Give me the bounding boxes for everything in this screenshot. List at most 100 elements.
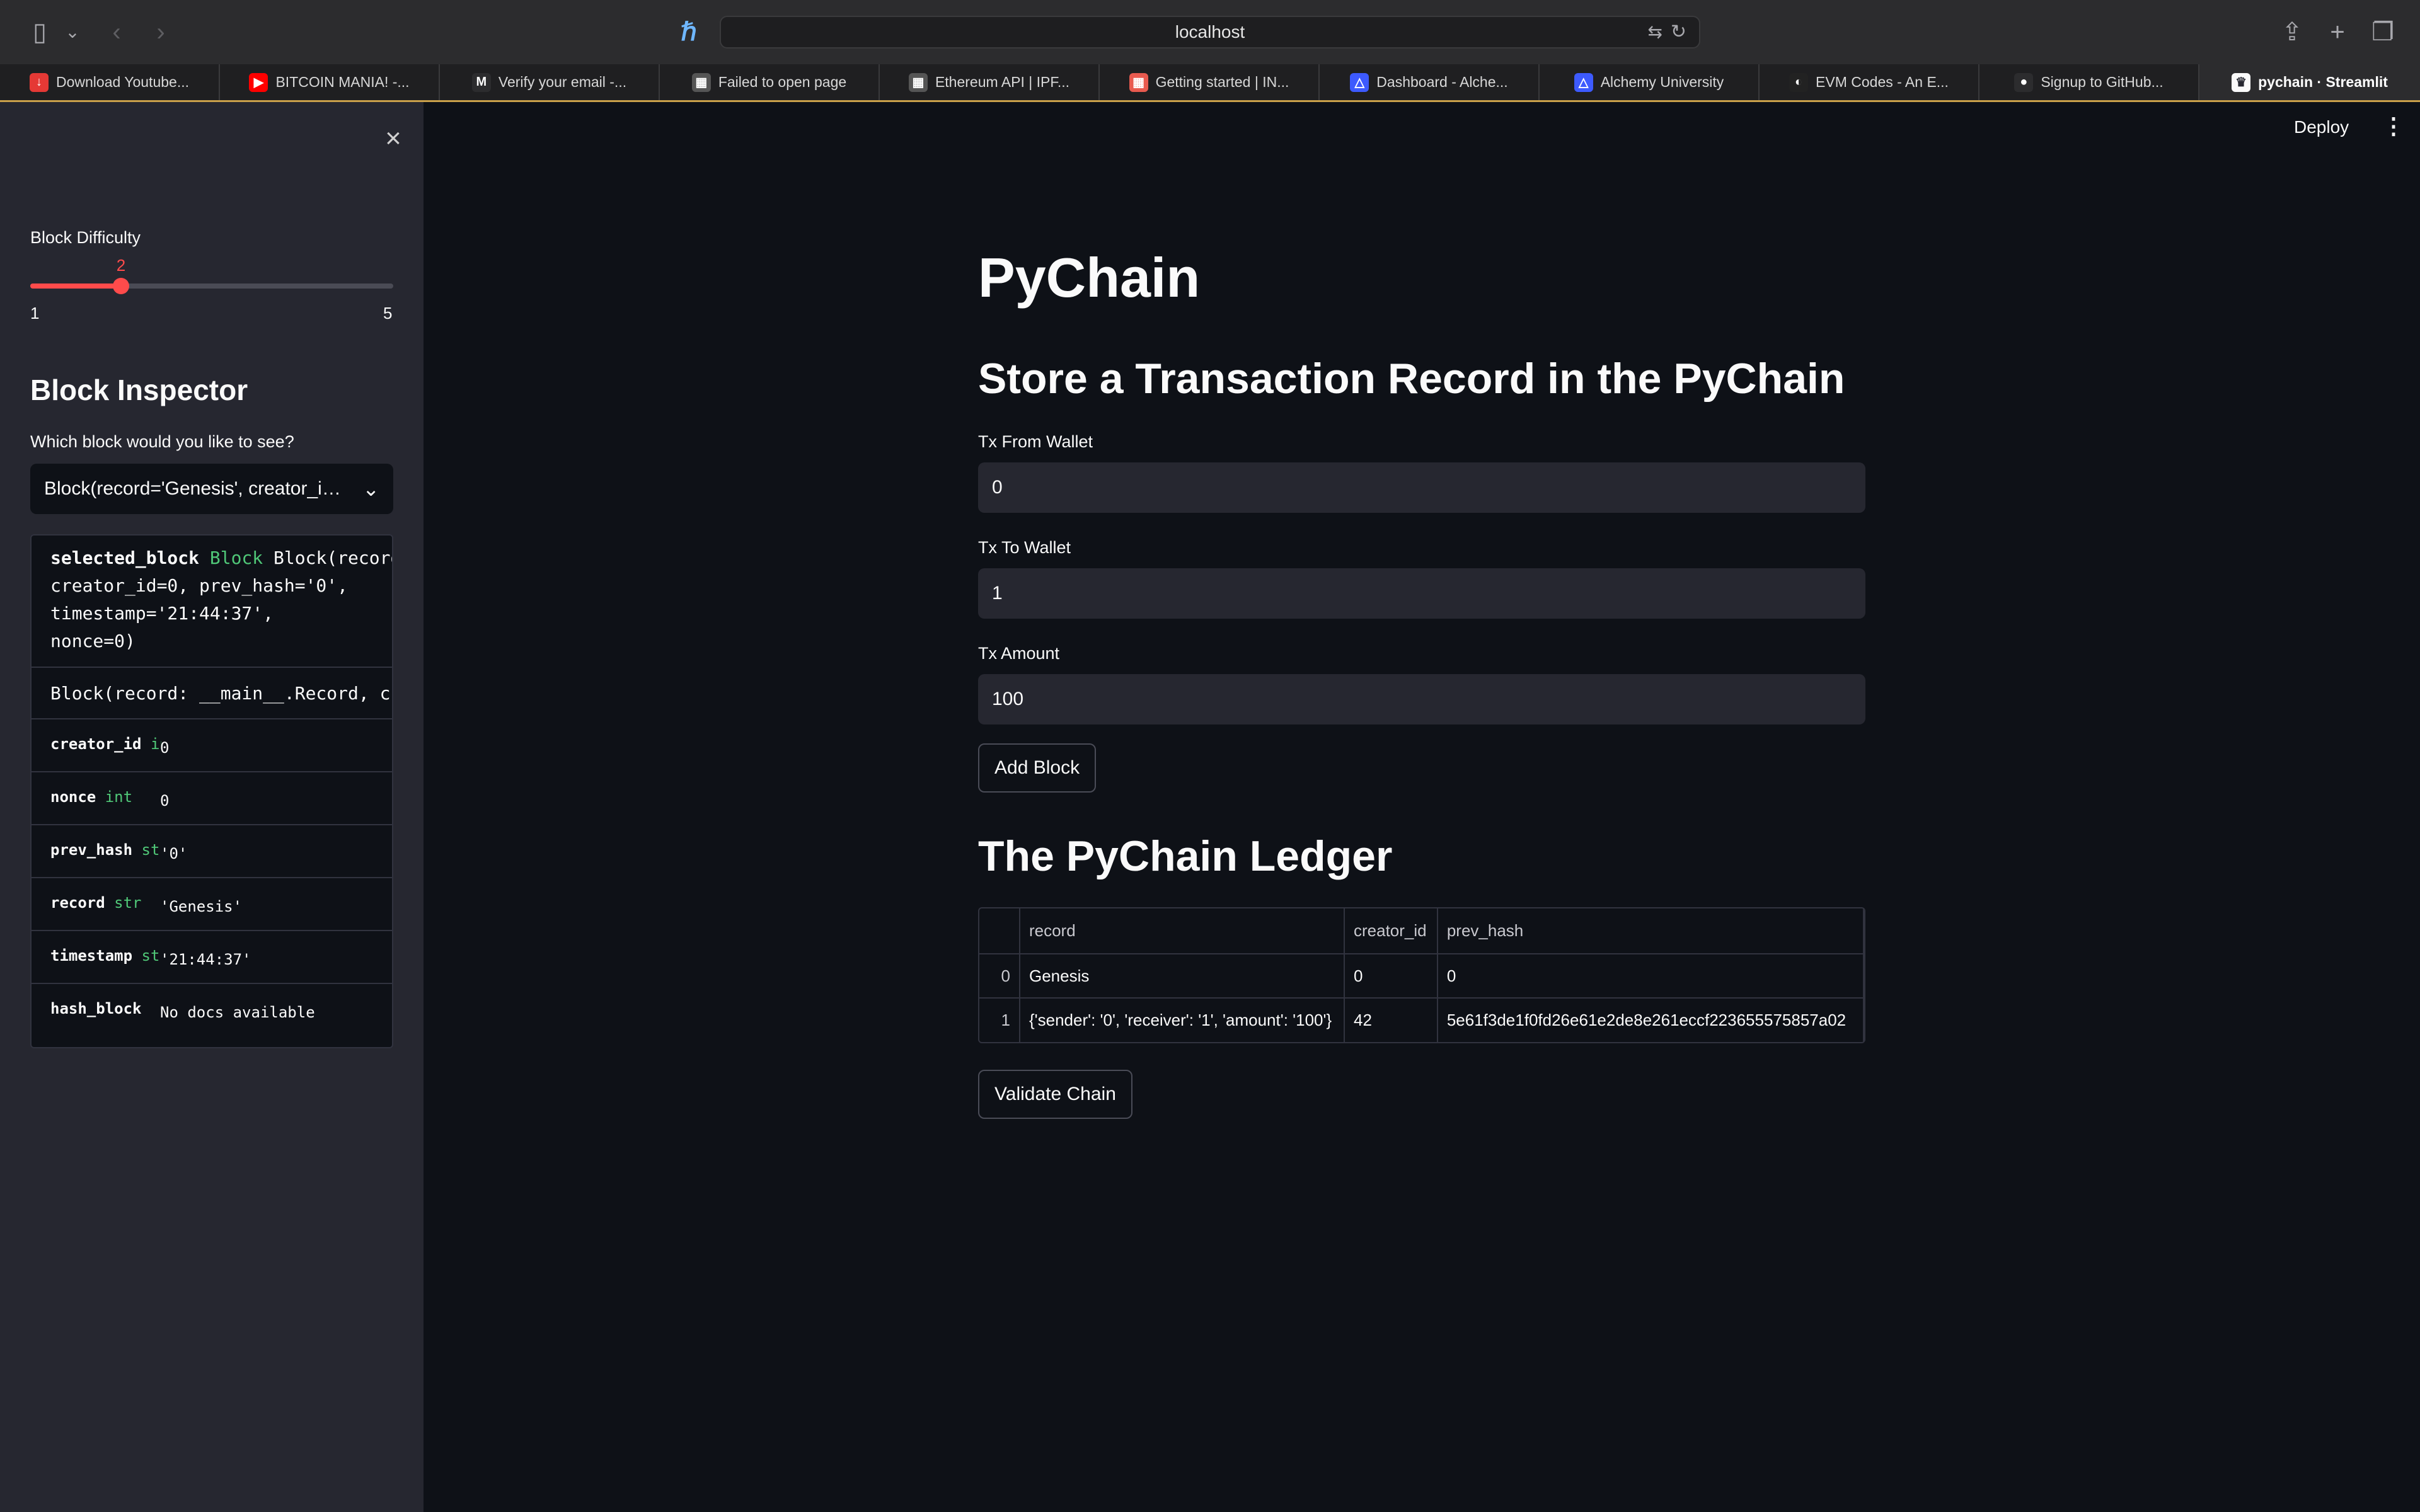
help-type: Block bbox=[209, 547, 263, 568]
browser-tab[interactable]: ▦ Ethereum API | IPF... bbox=[880, 64, 1100, 100]
help-attr-name: record bbox=[50, 894, 105, 912]
help-name: selected_block bbox=[50, 547, 200, 568]
table-row[interactable]: 0 Genesis 0 0 bbox=[979, 954, 1864, 999]
difficulty-label: Block Difficulty bbox=[30, 228, 141, 247]
row-index: 1 bbox=[979, 998, 1020, 1042]
tab-favicon-icon: ▦ bbox=[691, 72, 711, 92]
help-attr-value: 0 bbox=[160, 739, 170, 757]
ledger-column-header[interactable]: prev_hash bbox=[1437, 908, 1864, 954]
browser-tab[interactable]: △ Dashboard - Alche... bbox=[1320, 64, 1540, 100]
browser-tab[interactable]: ● Signup to GitHub... bbox=[1979, 64, 2199, 100]
block-select-value: Block(record='Genesis', creator_id=0, pr… bbox=[44, 478, 347, 499]
forward-icon[interactable]: › bbox=[145, 16, 176, 48]
tab-favicon-icon: ◐ bbox=[1789, 72, 1809, 92]
help-attr-key: timestamp str bbox=[50, 931, 161, 980]
help-attr-type: str bbox=[141, 841, 162, 859]
main-menu-icon[interactable]: ⋮ bbox=[2382, 113, 2405, 139]
ledger-column-header[interactable]: record bbox=[1019, 908, 1345, 954]
help-attr-name: timestamp bbox=[50, 947, 133, 965]
browser-tab[interactable]: ▦ Failed to open page bbox=[660, 64, 880, 100]
block-select[interactable]: Block(record='Genesis', creator_id=0, pr… bbox=[30, 464, 393, 514]
section-title: Store a Transaction Record in the PyChai… bbox=[978, 355, 1845, 403]
tab-favicon-icon: △ bbox=[1350, 72, 1369, 92]
browser-tab[interactable]: ▶ BITCOIN MANIA! -... bbox=[220, 64, 440, 100]
chevron-down-icon[interactable]: ⌄ bbox=[63, 16, 82, 48]
deploy-button[interactable]: Deploy bbox=[2294, 117, 2349, 137]
new-tab-icon[interactable]: + bbox=[2322, 16, 2353, 48]
table-row[interactable]: 1 {'sender': '0', 'receiver': '1', 'amoun… bbox=[979, 998, 1864, 1042]
ledger-title: The PyChain Ledger bbox=[978, 832, 1393, 880]
browser-tab[interactable]: ◐ EVM Codes - An E... bbox=[1760, 64, 1979, 100]
page-title: PyChain bbox=[978, 246, 1201, 309]
slider-thumb[interactable] bbox=[113, 278, 129, 294]
translate-icon[interactable]: ⇆ bbox=[1648, 17, 1662, 47]
help-attr-value: No docs available bbox=[160, 1004, 315, 1021]
help-attr-key: nonce int bbox=[50, 772, 161, 822]
slider-fill bbox=[30, 284, 121, 289]
help-attr-key: prev_hash str bbox=[50, 825, 161, 874]
amount-input[interactable]: 100 bbox=[978, 674, 1865, 724]
help-attr-name: nonce bbox=[50, 788, 96, 806]
ledger-grid: record creator_id prev_hash 0 Genesis 0 0 1 {'s… bbox=[979, 908, 1864, 1042]
tab-title: Dashboard - Alche... bbox=[1376, 74, 1508, 90]
url-bar[interactable]: localhost ⇆ ↻ bbox=[720, 16, 1700, 49]
amount-value: 100 bbox=[992, 689, 1024, 709]
help-attr-value: 0 bbox=[160, 792, 170, 810]
back-icon[interactable]: ‹ bbox=[101, 16, 132, 48]
tab-title: EVM Codes - An E... bbox=[1816, 74, 1949, 90]
help-attr-row: nonce int 0 bbox=[32, 772, 392, 825]
browser-toolbar: ▯ ⌄ ‹ › ℏ localhost ⇆ ↻ ⇪ + ❐ bbox=[0, 0, 2420, 64]
browser-tab[interactable]: ↓ Download Youtube... bbox=[0, 64, 220, 100]
tab-favicon-icon: ♛ bbox=[2232, 72, 2251, 92]
app-header bbox=[424, 102, 2420, 163]
browser-tab[interactable]: △ Alchemy University bbox=[1540, 64, 1760, 100]
table-cell: 0 bbox=[1344, 954, 1438, 999]
ledger-column-header[interactable] bbox=[979, 908, 1020, 954]
help-attributes: creator_id int0nonce int0prev_hash str'0… bbox=[32, 719, 392, 1037]
chevron-down-icon: ⌄ bbox=[362, 478, 379, 500]
tab-title: Alchemy University bbox=[1600, 74, 1724, 90]
to-wallet-input[interactable]: 1 bbox=[978, 568, 1865, 619]
tab-favicon-icon: ▶ bbox=[249, 72, 268, 92]
from-wallet-label: Tx From Wallet bbox=[978, 432, 1093, 451]
browser-tab[interactable]: ▦ Getting started | IN... bbox=[1100, 64, 1320, 100]
help-attr-key: hash_block bbox=[50, 984, 161, 1033]
tab-title: Getting started | IN... bbox=[1155, 74, 1289, 90]
extension-icon[interactable]: ℏ bbox=[673, 16, 705, 48]
sidebar-toggle-icon[interactable]: ▯ bbox=[24, 16, 55, 48]
tab-favicon-icon: ● bbox=[2014, 72, 2034, 92]
tab-title: Ethereum API | IPF... bbox=[935, 74, 1070, 90]
help-attr-row: prev_hash str'0' bbox=[32, 825, 392, 878]
help-attr-key: record str bbox=[50, 878, 161, 927]
close-sidebar-icon[interactable]: × bbox=[377, 122, 410, 155]
tab-title: BITCOIN MANIA! -... bbox=[275, 74, 410, 90]
amount-label: Tx Amount bbox=[978, 644, 1060, 663]
tab-title: pychain · Streamlit bbox=[2258, 74, 2388, 90]
help-sig-line2: creator_id=0, prev_hash='0', bbox=[50, 575, 349, 596]
tab-bar: ↓ Download Youtube... ▶ BITCOIN MANIA! -...… bbox=[0, 64, 2420, 102]
from-wallet-input[interactable]: 0 bbox=[978, 462, 1865, 513]
validate-chain-button[interactable]: Validate Chain bbox=[978, 1070, 1132, 1119]
sidebar: × Block Difficulty 2 1 5 Block Inspector… bbox=[0, 102, 424, 1512]
help-attr-type: str bbox=[141, 947, 162, 965]
help-attr-name: prev_hash bbox=[50, 841, 133, 859]
share-icon[interactable]: ⇪ bbox=[2276, 16, 2308, 48]
to-wallet-value: 1 bbox=[992, 583, 1003, 604]
browser-tab[interactable]: ♛ pychain · Streamlit bbox=[2199, 64, 2420, 100]
ledger-table[interactable]: record creator_id prev_hash 0 Genesis 0 0 1 {'s… bbox=[978, 907, 1865, 1043]
tab-title: Signup to GitHub... bbox=[2041, 74, 2164, 90]
difficulty-slider[interactable] bbox=[30, 278, 393, 294]
reload-icon[interactable]: ↻ bbox=[1671, 17, 1686, 47]
ledger-column-header[interactable]: creator_id bbox=[1344, 908, 1438, 954]
tab-favicon-icon: △ bbox=[1574, 72, 1593, 92]
tab-favicon-icon: ↓ bbox=[29, 72, 49, 92]
row-index: 0 bbox=[979, 954, 1020, 999]
slider-max: 5 bbox=[383, 304, 393, 323]
add-block-button[interactable]: Add Block bbox=[978, 743, 1097, 793]
browser-tab[interactable]: M Verify your email -... bbox=[440, 64, 660, 100]
slider-min: 1 bbox=[30, 304, 40, 323]
tab-title: Download Youtube... bbox=[55, 74, 189, 90]
help-attr-value: 'Genesis' bbox=[160, 898, 243, 915]
help-attr-row: record str 'Genesis' bbox=[32, 878, 392, 931]
tab-overview-icon[interactable]: ❐ bbox=[2367, 16, 2399, 48]
